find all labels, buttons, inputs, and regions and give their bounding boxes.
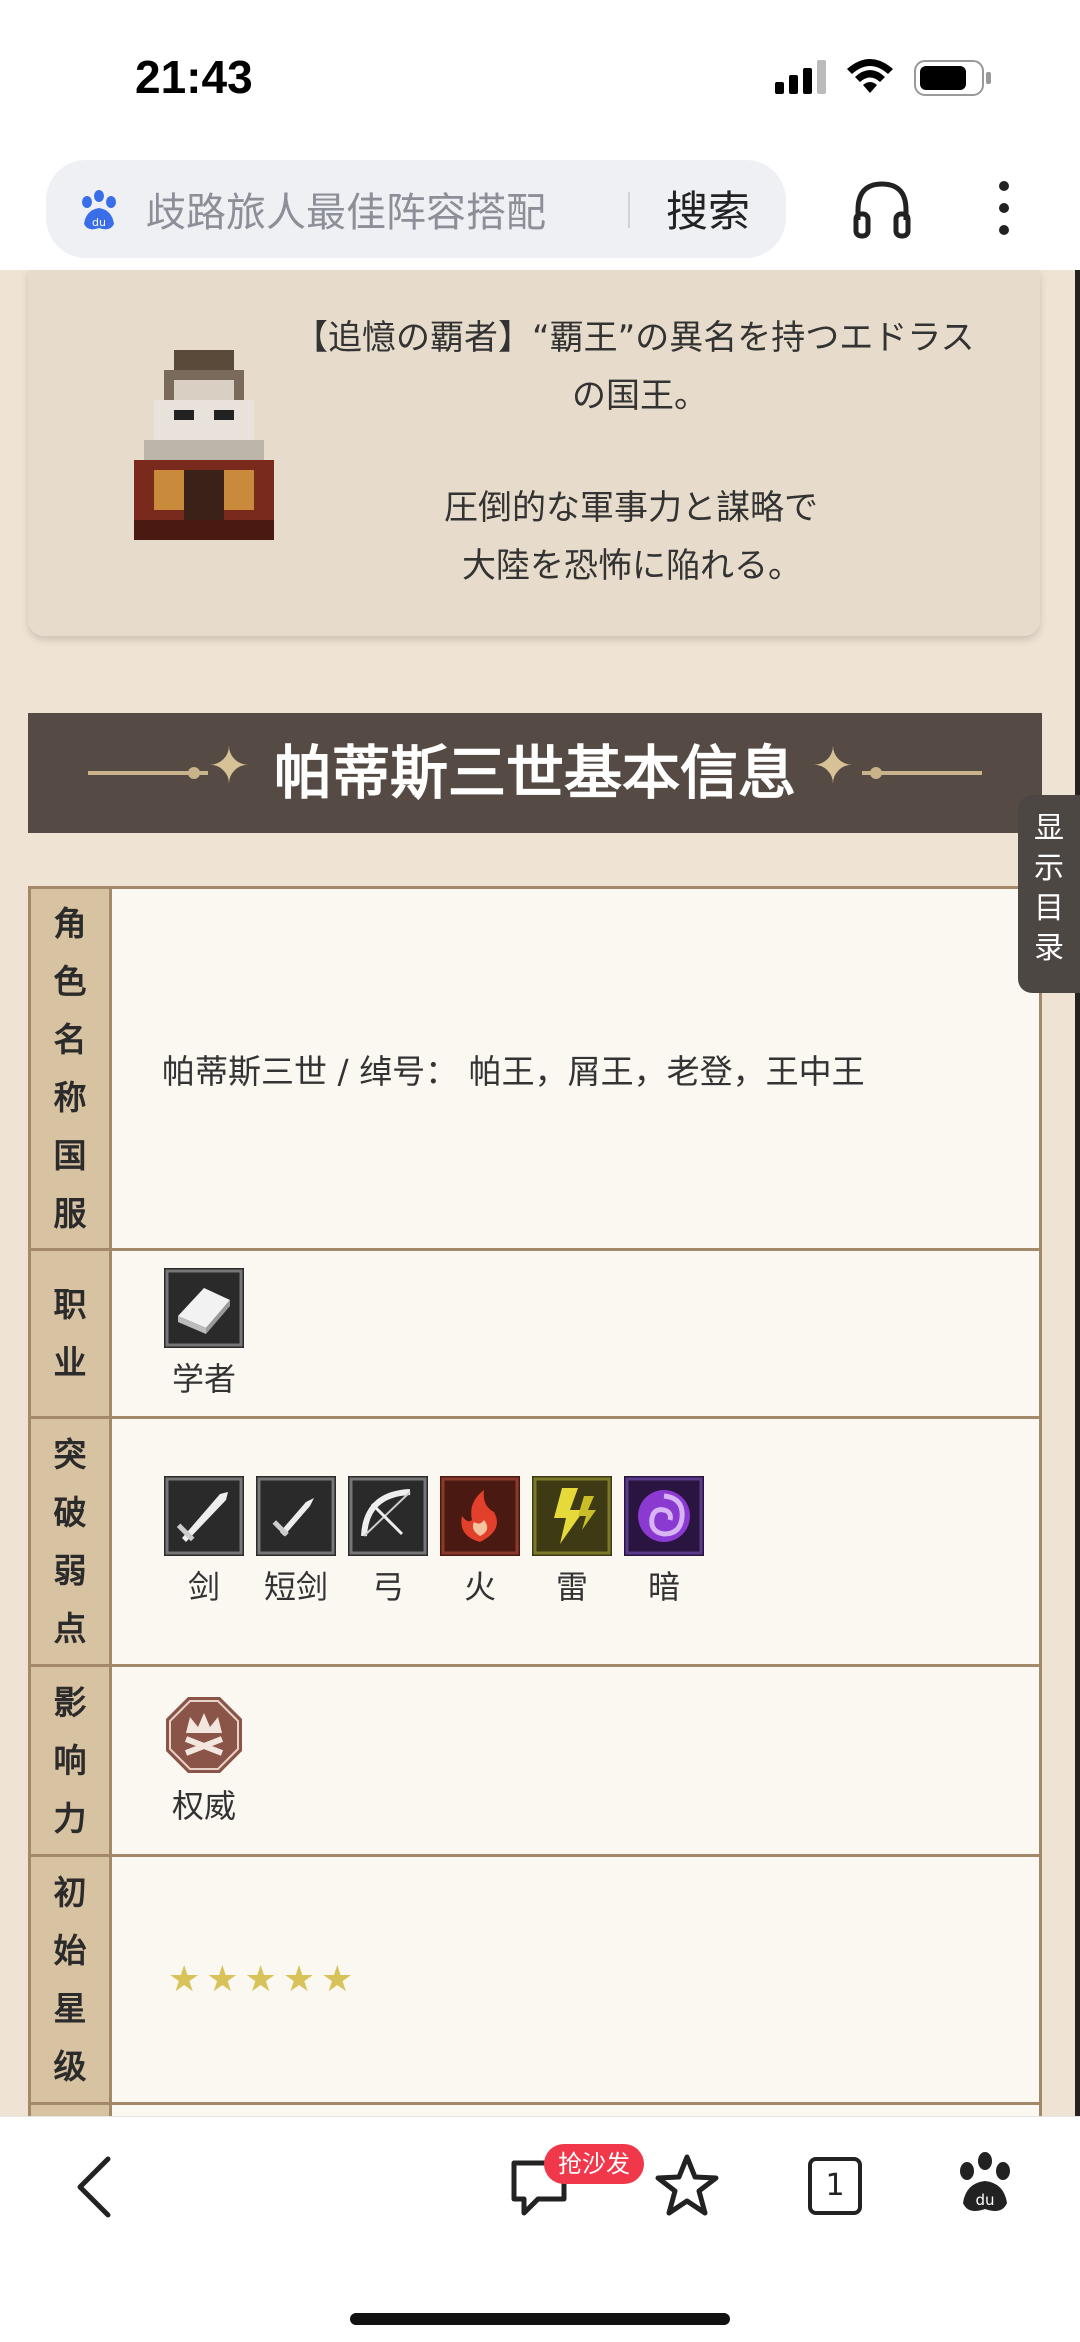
svg-text:du: du [975, 2191, 994, 2209]
chevron-left-icon[interactable] [74, 2155, 114, 2219]
cellular-signal-icon [775, 60, 826, 94]
weakness-item[interactable]: 暗 [624, 1475, 704, 1608]
table-row: 职业 学者 [28, 1248, 1042, 1419]
intro-line-1: 【追憶の覇者】“覇王”の異名を持つエドラス [294, 318, 975, 358]
intro-line-4: 大陸を恐怖に陥れる。 [462, 546, 802, 586]
name-label: 角色名称国服 [28, 886, 112, 1251]
star-rating: ★★★★★ [168, 1959, 360, 2000]
name-value-cell: 帕蒂斯三世 / 绰号： 帕王，屑王，老登，王中王 [109, 886, 1042, 1251]
influence-label-text: 影响力 [53, 1682, 87, 1838]
character-intro-card: 【追憶の覇者】“覇王”の異名を持つエドラス の国王。 圧倒的な軍事力と謀略で 大… [28, 270, 1040, 636]
weakness-value-cell: 剑 短剑 弓 火 雷 暗 [109, 1416, 1042, 1667]
search-input[interactable]: 歧路旅人最佳阵容搭配 [146, 180, 546, 238]
weakness-item[interactable]: 剑 [164, 1475, 244, 1608]
intro-line-2: の国王。 [572, 376, 708, 416]
bottom-navigation: 抢沙发 1 du [0, 2116, 1080, 2342]
next-row-value [109, 2102, 1042, 2116]
baidu-paw-icon: du [82, 190, 116, 230]
table-row: 突破弱点 剑 短剑 弓 火 雷 暗 [28, 1416, 1042, 1667]
job-value-cell: 学者 [109, 1248, 1042, 1419]
home-indicator [350, 2313, 730, 2325]
wifi-icon [847, 59, 893, 93]
page-content[interactable]: 【追憶の覇者】“覇王”の異名を持つエドラス の国王。 圧倒的な軍事力と謀略で 大… [0, 270, 1080, 2116]
intro-line-3: 圧倒的な軍事力と謀略で [444, 488, 818, 528]
weakness-caption: 弓 [371, 1567, 404, 1606]
weakness-caption: 剑 [187, 1567, 220, 1606]
scroll-edge [1075, 270, 1080, 2116]
influence-value-cell: 权威 [109, 1664, 1042, 1857]
character-name-text: 帕蒂斯三世 / 绰号： 帕王，屑王，老登，王中王 [162, 1051, 865, 1091]
headphone-icon[interactable] [852, 178, 912, 240]
search-divider [628, 192, 630, 228]
bow-icon [348, 1475, 428, 1556]
section-header: ✦ 帕蒂斯三世基本信息 ✦ [28, 713, 1042, 833]
job-item[interactable]: 学者 [164, 1267, 244, 1400]
browser-toolbar: du 歧路旅人最佳阵容搭配 搜索 [0, 150, 1080, 270]
table-row: 影响力 权威 [28, 1664, 1042, 1857]
table-row: 角色名称国服 帕蒂斯三世 / 绰号： 帕王，屑王，老登，王中王 [28, 886, 1042, 1251]
weakness-label: 突破弱点 [28, 1416, 112, 1667]
job-label-text: 职业 [53, 1284, 87, 1382]
tab-count-button[interactable]: 1 [808, 2157, 862, 2215]
rarity-label-text: 初始星级 [53, 1872, 87, 2086]
weakness-caption: 短剑 [263, 1567, 328, 1606]
character-info-table: 角色名称国服 帕蒂斯三世 / 绰号： 帕王，屑王，老登，王中王 职业 学者 突破… [28, 886, 1042, 2116]
rarity-label: 初始星级 [28, 1854, 112, 2105]
influence-caption: 权威 [171, 1786, 236, 1825]
weakness-caption: 暗 [647, 1567, 680, 1606]
fire-icon [440, 1475, 520, 1556]
toc-label: 显示目录 [1034, 811, 1064, 966]
header-decoration-right-line [862, 771, 982, 775]
weakness-item[interactable]: 火 [440, 1475, 520, 1608]
lightning-icon [532, 1475, 612, 1556]
star-outline-icon[interactable] [654, 2153, 720, 2219]
weakness-item[interactable]: 弓 [348, 1475, 428, 1608]
scholar-book-icon [164, 1267, 244, 1348]
authority-crown-icon [166, 1696, 242, 1773]
weakness-caption: 火 [463, 1567, 496, 1606]
name-label-text: 角色名称国服 [53, 903, 87, 1233]
dagger-icon [256, 1475, 336, 1556]
status-time: 21:43 [135, 51, 253, 103]
weakness-label-text: 突破弱点 [53, 1434, 87, 1648]
search-button[interactable]: 搜索 [666, 178, 750, 239]
svg-text:du: du [92, 216, 106, 229]
influence-label: 影响力 [28, 1664, 112, 1857]
baidu-paw-icon[interactable]: du [954, 2151, 1016, 2217]
show-toc-button[interactable]: 显示目录 [1018, 795, 1080, 993]
table-row: 初始星级 ★★★★★ [28, 1854, 1042, 2105]
job-label: 职业 [28, 1248, 112, 1419]
status-bar: 21:43 [0, 0, 1080, 150]
sword-icon [164, 1475, 244, 1556]
weakness-caption: 雷 [555, 1567, 588, 1606]
table-row [28, 2102, 1042, 2116]
character-sprite-image [134, 350, 274, 540]
next-row-label [28, 2102, 112, 2116]
more-vertical-icon[interactable] [998, 180, 1010, 236]
job-label-caption: 学者 [171, 1359, 236, 1398]
search-box[interactable]: du 歧路旅人最佳阵容搭配 搜索 [46, 160, 786, 258]
battery-icon [914, 60, 991, 96]
weakness-item[interactable]: 短剑 [256, 1475, 336, 1608]
dark-swirl-icon [624, 1475, 704, 1556]
comment-badge[interactable]: 抢沙发 [544, 2144, 644, 2184]
weakness-item[interactable]: 雷 [532, 1475, 612, 1608]
header-right-sparkle-icon: ✦ [812, 737, 854, 795]
influence-item[interactable]: 权威 [164, 1695, 244, 1827]
rarity-value-cell: ★★★★★ [109, 1854, 1042, 2105]
